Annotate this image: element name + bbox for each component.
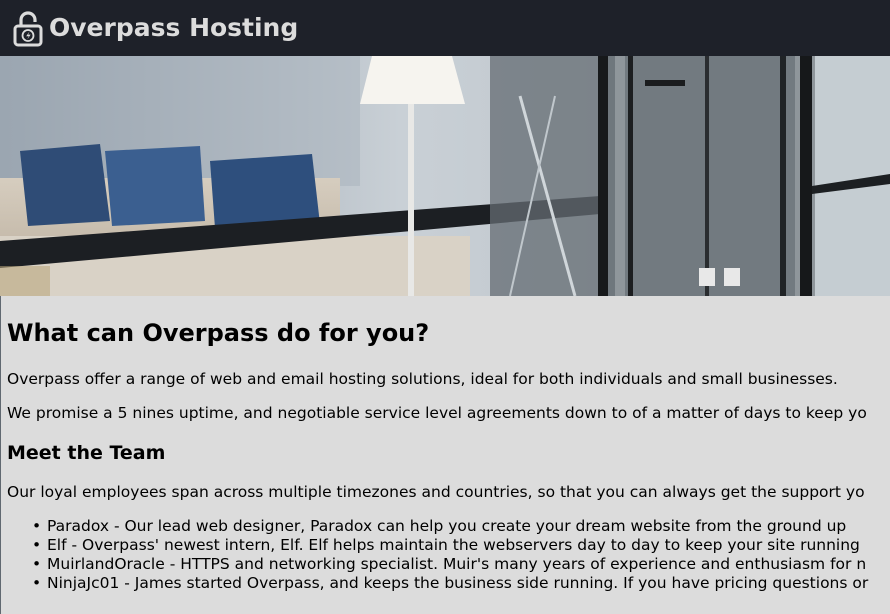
list-item: • Elf - Overpass' newest intern, Elf. Elf… <box>32 536 868 555</box>
unlocked-padlock-icon <box>13 11 43 47</box>
bullet-icon: • <box>32 517 42 535</box>
team-heading: Meet the Team <box>7 442 166 464</box>
team-member-text: NinjaJc01 - James started Overpass, and … <box>47 574 869 592</box>
main-content: What can Overpass do for you? Overpass o… <box>0 296 890 614</box>
team-member-text: MuirlandOracle - HTTPS and networking sp… <box>47 555 867 573</box>
page-heading: What can Overpass do for you? <box>7 319 430 347</box>
bullet-icon: • <box>32 555 42 573</box>
office-lounge-photo <box>0 56 890 296</box>
promise-paragraph: We promise a 5 nines uptime, and negotia… <box>7 404 867 422</box>
site-header: Overpass Hosting <box>0 0 890 56</box>
list-item: • Paradox - Our lead web designer, Parado… <box>32 517 868 536</box>
hero-image <box>0 56 890 296</box>
list-item: • NinjaJc01 - James started Overpass, and… <box>32 574 869 593</box>
bullet-icon: • <box>32 574 42 592</box>
team-member-text: Paradox - Our lead web designer, Paradox… <box>47 517 847 535</box>
team-member-text: Elf - Overpass' newest intern, Elf. Elf … <box>47 536 860 554</box>
team-intro-paragraph: Our loyal employees span across multiple… <box>7 483 865 501</box>
team-list: • Paradox - Our lead web designer, Parado… <box>32 517 869 593</box>
intro-paragraph: Overpass offer a range of web and email … <box>7 370 838 388</box>
bullet-icon: • <box>32 536 42 554</box>
site-title[interactable]: Overpass Hosting <box>49 12 298 44</box>
list-item: • MuirlandOracle - HTTPS and networking s… <box>32 555 868 574</box>
